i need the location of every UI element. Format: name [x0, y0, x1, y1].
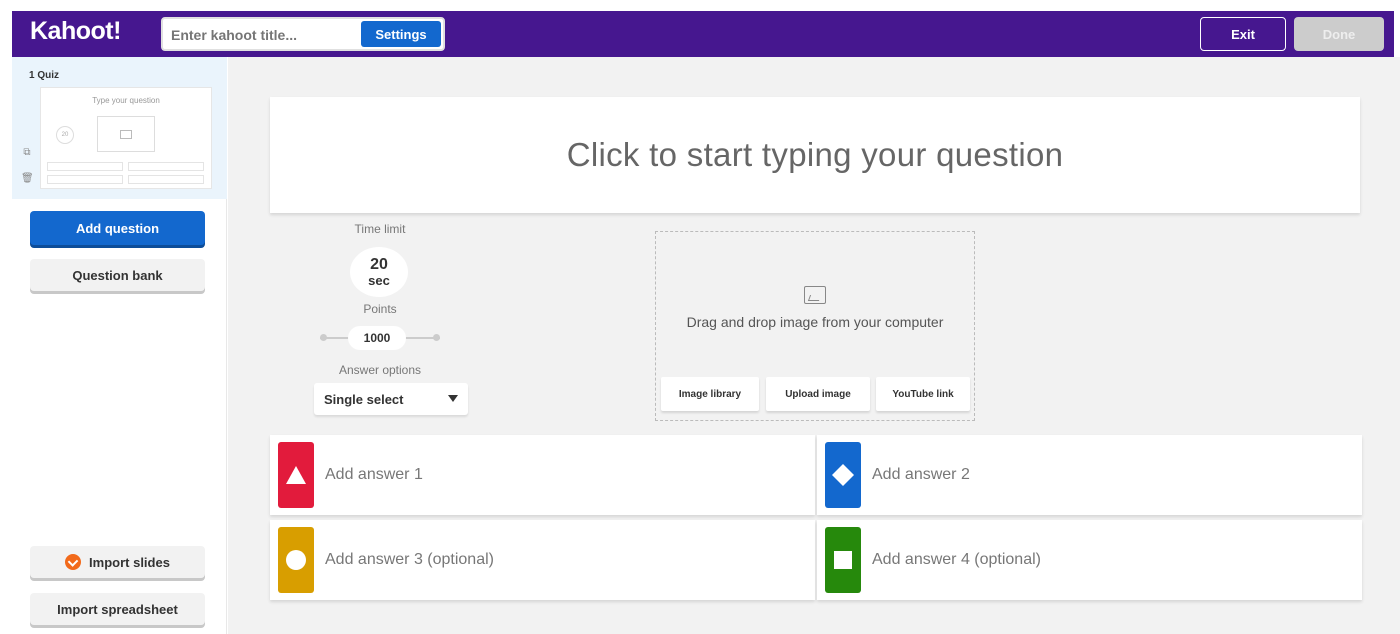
editor-canvas: Click to start typing your question Time…: [228, 57, 1400, 634]
square-icon: [834, 551, 852, 569]
add-question-button[interactable]: Add question: [30, 211, 205, 245]
youtube-link-button[interactable]: YouTube link: [876, 377, 970, 411]
points-value[interactable]: 1000: [348, 326, 406, 350]
question-input[interactable]: Click to start typing your question: [270, 97, 1360, 213]
answer-options-value: Single select: [324, 391, 404, 407]
answer-3[interactable]: Add answer 3 (optional): [270, 520, 815, 600]
answer-4[interactable]: Add answer 4 (optional): [817, 520, 1362, 600]
answer-4-shape: [825, 527, 861, 593]
slide-item-1[interactable]: 1 Quiz ⧉ 🗑 Type your question 20: [12, 57, 227, 199]
caret-down-icon: [448, 395, 458, 402]
time-limit-label: Time limit: [354, 222, 406, 236]
triangle-icon: [286, 466, 306, 484]
thumb-image-icon: [97, 116, 155, 152]
image-library-button[interactable]: Image library: [661, 377, 759, 411]
slide-thumbnail: Type your question 20: [40, 87, 212, 189]
answer-2-label: Add answer 2: [872, 466, 970, 483]
slide-label: 1 Quiz: [29, 70, 60, 81]
thumb-answer: [128, 175, 204, 184]
answer-4-label: Add answer 4 (optional): [872, 551, 1041, 568]
kahoot-title-input[interactable]: [171, 23, 361, 47]
question-bank-button[interactable]: Question bank: [30, 259, 205, 291]
import-slides-label: Import slides: [89, 554, 170, 570]
upload-image-button[interactable]: Upload image: [766, 377, 870, 411]
answer-2[interactable]: Add answer 2: [817, 435, 1362, 515]
answer-3-label: Add answer 3 (optional): [325, 551, 494, 568]
circle-icon: [286, 550, 306, 570]
answer-options-label: Answer options: [338, 363, 422, 377]
points-label: Points: [363, 302, 397, 316]
answer-1[interactable]: Add answer 1: [270, 435, 815, 515]
kahoot-logo[interactable]: Kahoot!: [30, 17, 121, 46]
answer-3-shape: [278, 527, 314, 593]
trash-icon[interactable]: 🗑: [21, 173, 34, 184]
settings-button[interactable]: Settings: [361, 21, 441, 47]
thumb-answer: [47, 175, 123, 184]
done-button[interactable]: Done: [1294, 17, 1384, 51]
diamond-icon: [832, 464, 854, 486]
drop-text: Drag and drop image from your computer: [686, 314, 944, 330]
duplicate-icon[interactable]: ⧉: [21, 147, 33, 158]
thumb-question: Type your question: [92, 96, 160, 105]
answer-2-shape: [825, 442, 861, 508]
top-bar: Kahoot! Settings Exit Done: [12, 11, 1394, 57]
thumb-answer: [47, 162, 123, 171]
points-slider-min[interactable]: [320, 334, 327, 341]
image-drop-zone[interactable]: Drag and drop image from your computer I…: [655, 231, 975, 421]
thumb-answer: [128, 162, 204, 171]
time-unit: sec: [368, 273, 390, 288]
time-value: 20: [370, 256, 388, 273]
time-limit-selector[interactable]: 20 sec: [350, 247, 408, 297]
import-slides-button[interactable]: Import slides: [30, 546, 205, 578]
answer-1-shape: [278, 442, 314, 508]
thumb-timer: 20: [56, 126, 74, 144]
exit-button[interactable]: Exit: [1200, 17, 1286, 51]
answer-1-label: Add answer 1: [325, 466, 423, 483]
image-icon: [804, 286, 826, 304]
answer-options-select[interactable]: Single select: [314, 383, 468, 415]
points-slider-max[interactable]: [433, 334, 440, 341]
title-field: Settings: [161, 17, 445, 51]
import-icon: [65, 554, 82, 570]
import-spreadsheet-button[interactable]: Import spreadsheet: [30, 593, 205, 625]
sidebar: 1 Quiz ⧉ 🗑 Type your question 20 Add que…: [12, 57, 227, 634]
